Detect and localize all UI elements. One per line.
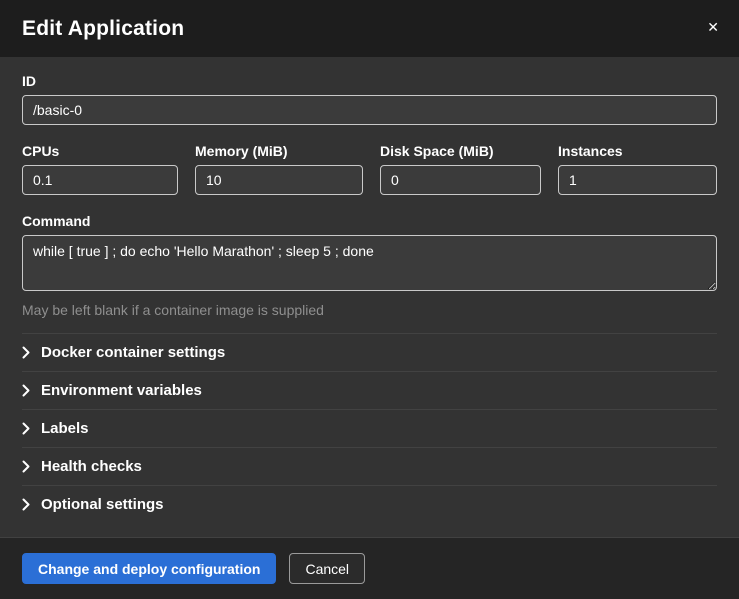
- chevron-right-icon: [22, 460, 30, 473]
- command-field-block: Command while [ true ] ; do echo 'Hello …: [22, 213, 717, 318]
- section-docker-container-settings[interactable]: Docker container settings: [22, 333, 717, 371]
- section-health-checks[interactable]: Health checks: [22, 447, 717, 485]
- section-label: Health checks: [41, 458, 142, 475]
- cpus-input[interactable]: [22, 165, 178, 195]
- section-label: Labels: [41, 420, 89, 437]
- command-help-text: May be left blank if a container image i…: [22, 302, 717, 318]
- command-label: Command: [22, 213, 717, 229]
- modal-footer: Change and deploy configuration Cancel: [0, 537, 739, 599]
- change-and-deploy-button[interactable]: Change and deploy configuration: [22, 553, 276, 584]
- cpus-label: CPUs: [22, 143, 178, 159]
- instances-field-block: Instances: [558, 143, 717, 195]
- chevron-right-icon: [22, 384, 30, 397]
- section-labels[interactable]: Labels: [22, 409, 717, 447]
- cancel-button[interactable]: Cancel: [289, 553, 365, 584]
- close-icon[interactable]: ✕: [703, 16, 723, 38]
- id-label: ID: [22, 73, 717, 89]
- section-optional-settings[interactable]: Optional settings: [22, 485, 717, 523]
- chevron-right-icon: [22, 346, 30, 359]
- chevron-right-icon: [22, 422, 30, 435]
- memory-label: Memory (MiB): [195, 143, 363, 159]
- section-environment-variables[interactable]: Environment variables: [22, 371, 717, 409]
- memory-input[interactable]: [195, 165, 363, 195]
- section-label: Docker container settings: [41, 344, 225, 361]
- modal-header: Edit Application ✕: [0, 0, 739, 57]
- section-label: Optional settings: [41, 496, 164, 513]
- disk-input[interactable]: [380, 165, 541, 195]
- collapsible-sections: Docker container settings Environment va…: [22, 333, 717, 523]
- disk-field-block: Disk Space (MiB): [380, 143, 541, 195]
- modal-body: ID CPUs Memory (MiB) Disk Space (MiB) In…: [0, 57, 739, 537]
- instances-input[interactable]: [558, 165, 717, 195]
- command-textarea[interactable]: while [ true ] ; do echo 'Hello Marathon…: [22, 235, 717, 291]
- chevron-right-icon: [22, 498, 30, 511]
- memory-field-block: Memory (MiB): [195, 143, 363, 195]
- disk-label: Disk Space (MiB): [380, 143, 541, 159]
- id-input[interactable]: [22, 95, 717, 125]
- modal-title: Edit Application: [22, 17, 717, 41]
- resources-row: CPUs Memory (MiB) Disk Space (MiB) Insta…: [22, 143, 717, 195]
- section-label: Environment variables: [41, 382, 202, 399]
- cpus-field-block: CPUs: [22, 143, 178, 195]
- instances-label: Instances: [558, 143, 717, 159]
- edit-application-modal: Edit Application ✕ ID CPUs Memory (MiB) …: [0, 0, 739, 599]
- id-field-block: ID: [22, 73, 717, 125]
